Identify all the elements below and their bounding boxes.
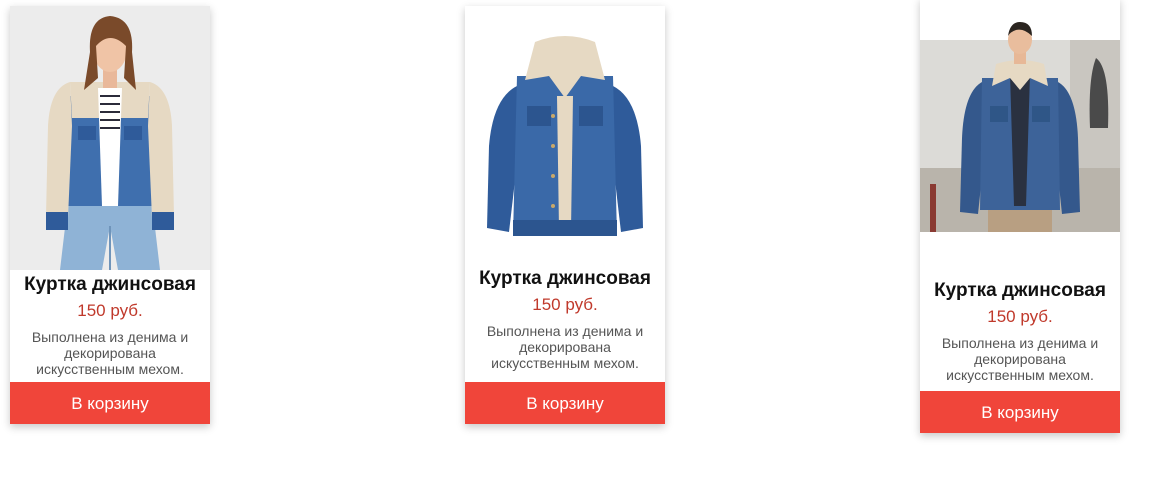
product-title[interactable]: Куртка джинсовая: [465, 268, 665, 290]
product-description: Выполнена из денима и декорирована искус…: [941, 335, 1099, 383]
add-to-cart-button[interactable]: В корзину: [465, 382, 665, 424]
product-description: Выполнена из денима и декорирована искус…: [486, 323, 644, 371]
product-image[interactable]: [920, 0, 1120, 276]
product-card: Куртка джинсовая 150 руб. Выполнена из д…: [920, 0, 1120, 433]
product-price: 150 руб.: [987, 307, 1053, 326]
add-to-cart-button[interactable]: В корзину: [10, 382, 210, 424]
add-to-cart-button[interactable]: В корзину: [920, 391, 1120, 433]
product-price: 150 руб.: [532, 295, 598, 314]
product-card: Куртка джинсовая 150 руб. Выполнена из д…: [465, 6, 665, 424]
product-image[interactable]: [10, 6, 210, 270]
product-image[interactable]: [465, 6, 665, 264]
product-title[interactable]: Куртка джинсовая: [10, 274, 210, 296]
product-description: Выполнена из денима и декорирована искус…: [31, 329, 189, 377]
product-title[interactable]: Куртка джинсовая: [920, 280, 1120, 302]
product-grid: Куртка джинсовая 150 руб. Выполнена из д…: [0, 0, 1160, 481]
product-price: 150 руб.: [77, 301, 143, 320]
product-card: Куртка джинсовая 150 руб. Выполнена из д…: [10, 6, 210, 424]
